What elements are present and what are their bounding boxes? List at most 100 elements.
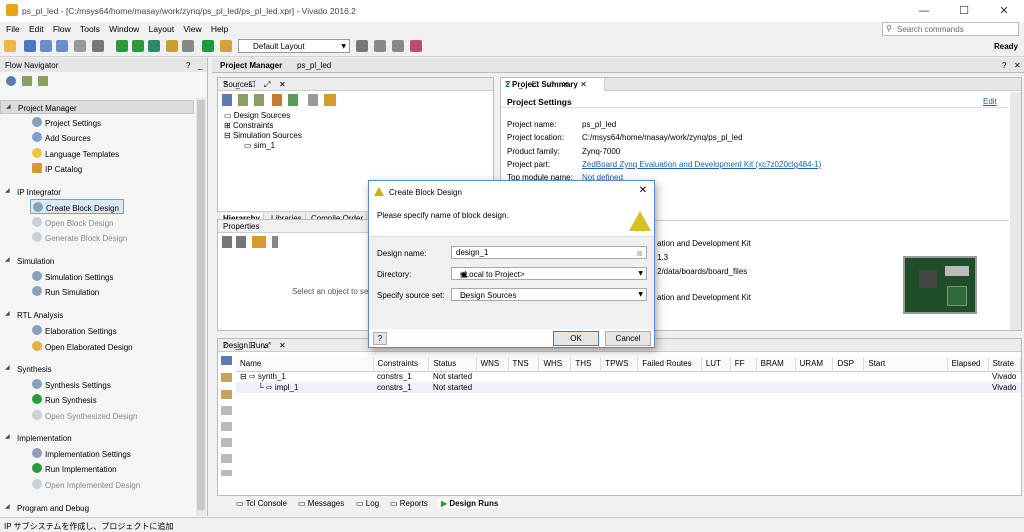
panel-controls[interactable]: ? _ ☐ ⤢ ✕	[506, 80, 1015, 90]
directory-select[interactable]: ▣ <Local to Project> ▼	[451, 267, 647, 280]
lightbulb-icon	[32, 148, 42, 158]
settings-icon[interactable]	[166, 40, 178, 52]
undo-icon[interactable]	[40, 40, 52, 52]
tab-reports[interactable]: ▭ Reports	[390, 499, 428, 508]
table-row[interactable]: ⊟ ⇨ synth_1 constrs_1 Not started Vivado	[236, 371, 1021, 382]
delete-icon[interactable]	[92, 40, 104, 52]
pin-icon[interactable]	[374, 40, 386, 52]
main-toolbar	[0, 37, 1024, 57]
summary-scrollbar[interactable]	[1010, 92, 1021, 330]
menu-help[interactable]: Help	[211, 22, 228, 34]
cursor-icon[interactable]	[392, 40, 404, 52]
menu-window[interactable]: Window	[109, 22, 139, 34]
vivado-logo-icon	[374, 187, 384, 196]
menu-edit[interactable]: Edit	[29, 22, 44, 34]
menu-flow[interactable]: Flow	[53, 22, 71, 34]
minimize-panel-icon[interactable]: _	[198, 61, 202, 70]
gear-icon	[32, 232, 42, 242]
bottom-tabs: ▭ Tcl Console ▭ Messages ▭ Log ▭ Reports…	[234, 497, 1024, 511]
tree-item-constraints[interactable]: ⊞ Constraints	[224, 121, 273, 130]
close-icon[interactable]: ✕	[639, 185, 647, 196]
gear-icon	[32, 271, 42, 281]
help-button[interactable]: ?	[373, 332, 387, 345]
section-program-and-debug[interactable]: ◢ Program and Debug	[0, 501, 194, 515]
tab-log[interactable]: ▭ Log	[356, 499, 379, 508]
cancel-run-icon[interactable]	[182, 40, 194, 52]
tab-tcl-console[interactable]: ▭ Tcl Console	[236, 499, 287, 508]
minimize-icon[interactable]: —	[904, 0, 944, 22]
status-bar: IP サブシステムを作成し、プロジェクトに追加	[0, 517, 1024, 532]
section-project-manager[interactable]: ◢ Project Manager	[0, 100, 194, 114]
help-icon[interactable]: ?	[1002, 61, 1006, 70]
copy-icon[interactable]	[74, 40, 86, 52]
gear-icon	[32, 325, 42, 335]
sources-header: Sources? _ ☐ ⤢ ✕	[218, 78, 493, 91]
search-icon[interactable]	[6, 76, 16, 86]
help-icon[interactable]: ?	[186, 61, 190, 70]
maximize-icon[interactable]: ☐	[944, 0, 984, 22]
save-icon[interactable]	[24, 40, 36, 52]
edit-link[interactable]: Edit	[983, 97, 997, 106]
section-synthesis[interactable]: ◢ Synthesis	[0, 362, 194, 376]
tree-item-simulation-sources[interactable]: ⊟ Simulation Sources	[224, 131, 302, 140]
tree-item-sim-1[interactable]: ▭ sim_1	[244, 141, 275, 150]
gear-icon	[32, 286, 42, 296]
chevron-down-icon: ▼	[638, 270, 643, 277]
design-runs-toolbar[interactable]	[221, 356, 232, 476]
open-icon	[32, 217, 42, 227]
run-implementation-icon[interactable]	[148, 40, 160, 52]
search-input[interactable]: ⚲ Search commands	[882, 22, 1019, 36]
section-simulation[interactable]: ◢ Simulation	[0, 254, 194, 268]
chevron-down-icon: ▼	[638, 291, 643, 298]
table-row[interactable]: └ ⇨ impl_1 constrs_1 Not started Vivado	[236, 382, 1021, 393]
layout-select[interactable]: Default Layout ▼	[238, 39, 350, 53]
close-icon[interactable]: ✕	[1014, 61, 1021, 70]
flow-item-create-block-design[interactable]: Create Block Design	[30, 199, 124, 214]
run-icon[interactable]	[116, 40, 128, 52]
cancel-button[interactable]: Cancel	[605, 331, 651, 346]
project-part-link[interactable]: ZedBoard Zynq Evaluation and Development…	[582, 160, 821, 169]
run-synthesis-icon[interactable]	[132, 40, 144, 52]
source-set-select[interactable]: ▭ Design Sources ▼	[451, 288, 647, 301]
section-implementation[interactable]: ◢ Implementation	[0, 431, 194, 445]
menu-view[interactable]: View	[183, 22, 201, 34]
tab-messages[interactable]: ▭ Messages	[298, 499, 344, 508]
menu-file[interactable]: File	[6, 22, 20, 34]
flow-navigator: Flow Navigator ? _ ◢ Project Manager Proj…	[0, 58, 208, 516]
tab-design-runs[interactable]: ▶ Design Runs	[438, 499, 502, 508]
tree-item-design-sources[interactable]: ▭ Design Sources	[224, 111, 290, 120]
section-rtl-analysis[interactable]: ◢ RTL Analysis	[0, 308, 194, 322]
ok-button[interactable]: OK	[553, 331, 599, 346]
design-name-field[interactable]: design_1 ⊗	[451, 246, 647, 259]
summary-tabbar: Σ Project Summary ✕ ? _ ☐ ⤢ ✕	[501, 78, 1021, 91]
panel-controls[interactable]: ? _ ☐ ⤢ ✕	[223, 80, 487, 90]
menu-bar: File Edit Flow Tools Window Layout View …	[0, 22, 1024, 36]
menu-layout[interactable]: Layout	[149, 22, 175, 34]
layout-icon[interactable]	[220, 40, 232, 52]
new-project-icon[interactable]	[4, 40, 16, 52]
flow-navigator-scrollbar[interactable]	[196, 98, 206, 516]
run-icon	[32, 463, 42, 473]
design-name-label: Design name:	[377, 249, 427, 258]
ip-catalog-icon	[32, 163, 42, 173]
collapse-all-icon[interactable]	[22, 76, 32, 86]
properties-toolbar[interactable]	[222, 236, 282, 248]
redo-icon[interactable]	[56, 40, 68, 52]
project-manager-header: Project Manager ps_pl_led ? ✕	[212, 58, 1024, 73]
section-ip-integrator[interactable]: ◢ IP Integrator	[0, 185, 194, 199]
menu-tools[interactable]: Tools	[80, 22, 100, 34]
close-icon[interactable]: ✕	[984, 0, 1024, 22]
gear-icon	[33, 202, 43, 212]
edit-layout-icon[interactable]	[356, 40, 368, 52]
source-set-label: Specify source set:	[377, 291, 445, 300]
create-block-design-dialog: Create Block Design ✕ Please specify nam…	[368, 180, 655, 348]
status-ready: Ready	[993, 42, 1018, 51]
expand-all-icon[interactable]	[38, 76, 48, 86]
help-search-icon[interactable]	[410, 40, 422, 52]
clear-icon[interactable]: ⊗	[636, 249, 643, 258]
window-title: ps_pl_led - [C:/msys64/home/masay/work/z…	[22, 6, 356, 16]
sources-toolbar[interactable]	[222, 94, 342, 106]
sigma-report-icon[interactable]	[202, 40, 214, 52]
folder-icon	[32, 479, 42, 489]
vivado-logo-icon	[629, 211, 651, 231]
